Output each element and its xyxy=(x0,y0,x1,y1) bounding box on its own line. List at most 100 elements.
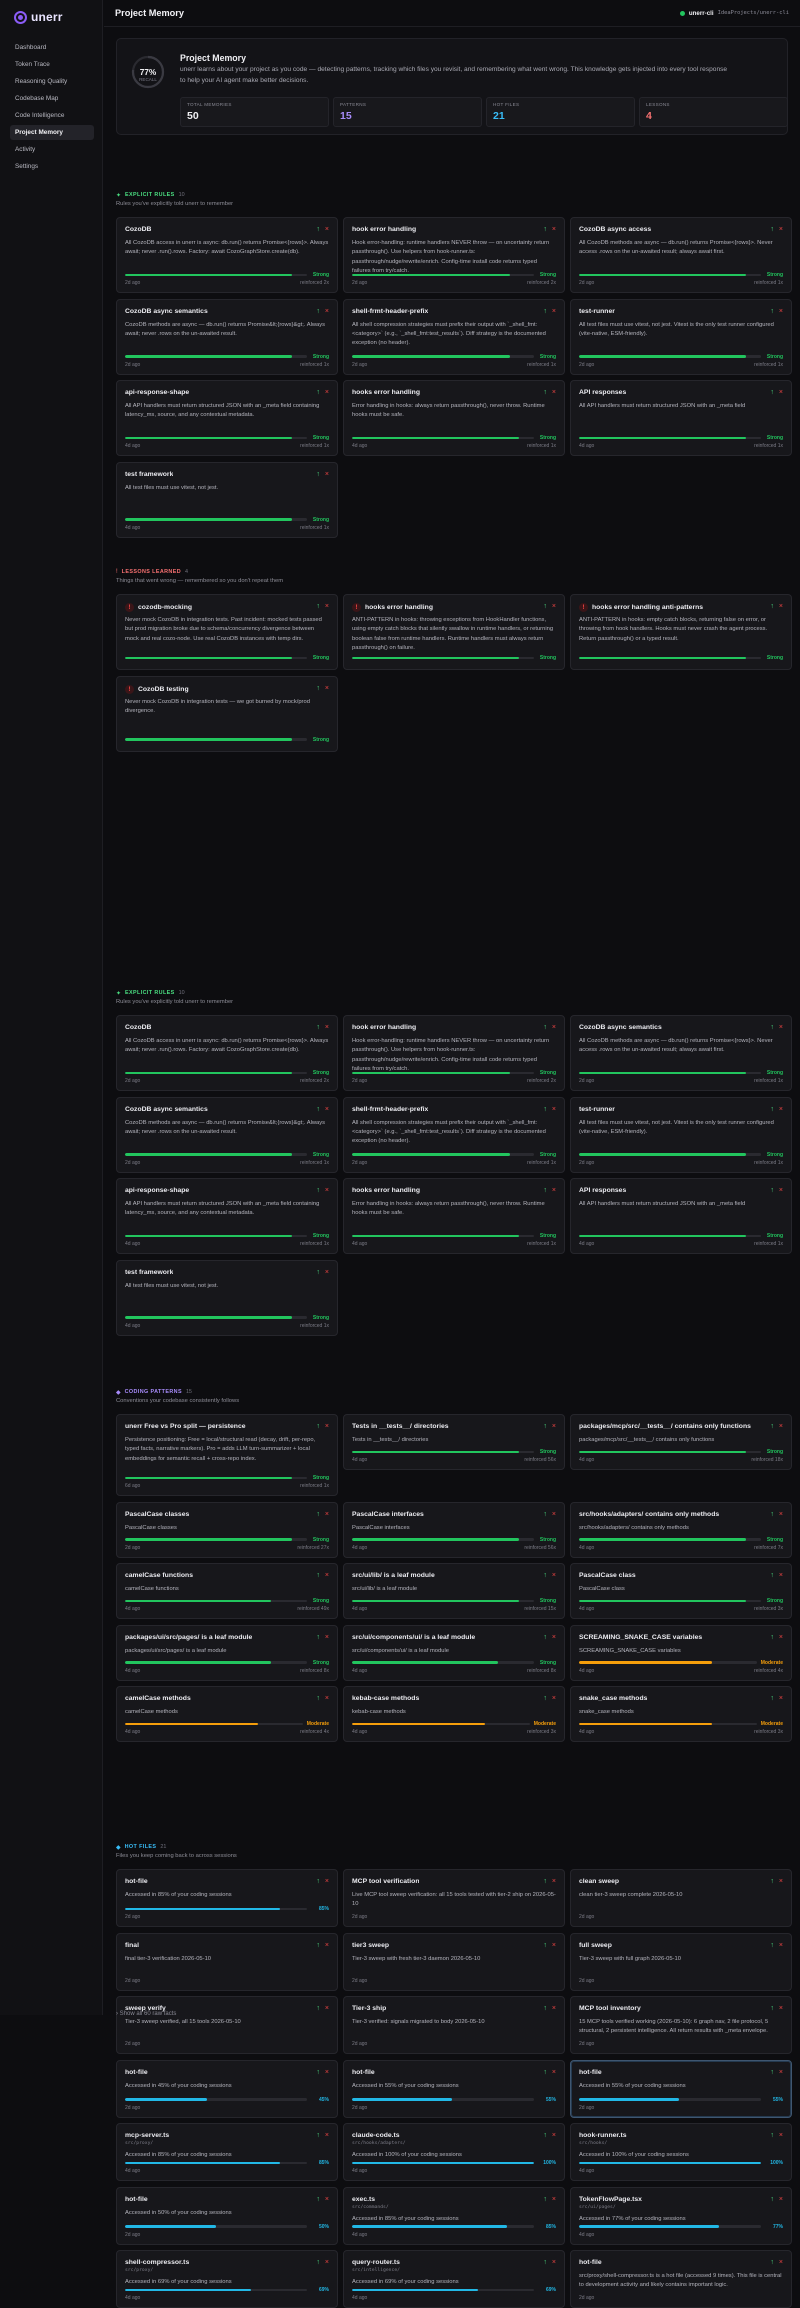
dismiss-icon[interactable]: × xyxy=(552,2259,556,2266)
memory-card[interactable]: test framework ↑ × All test files must use … xyxy=(116,461,338,538)
memory-card[interactable]: CozoDB async semantics ↑ × CozoDB methods a… xyxy=(116,1096,338,1173)
upvote-icon[interactable]: ↑ xyxy=(543,226,547,233)
dismiss-icon[interactable]: × xyxy=(325,308,329,315)
memory-card[interactable]: camelCase methods ↑ × camelCase methods Mode… xyxy=(116,1686,338,1742)
section-header[interactable]: ! LESSONS LEARNED 4 xyxy=(116,568,788,576)
dismiss-icon[interactable]: × xyxy=(325,1634,329,1641)
memory-card[interactable]: claude-code.ts ↑ × src/hooks/adapters/Acces… xyxy=(343,2123,565,2181)
memory-card[interactable]: Tests in __tests__/ directories ↑ × Tests i… xyxy=(343,1414,565,1470)
memory-card[interactable]: MCP tool inventory ↑ × 15 MCP tools verifie… xyxy=(570,1996,792,2054)
upvote-icon[interactable]: ↑ xyxy=(543,603,547,610)
memory-card[interactable]: camelCase functions ↑ × camelCase functions… xyxy=(116,1563,338,1619)
dismiss-icon[interactable]: × xyxy=(779,308,783,315)
upvote-icon[interactable]: ↑ xyxy=(770,1695,774,1702)
dismiss-icon[interactable]: × xyxy=(325,226,329,233)
sidebar-item-reasoning-quality[interactable]: Reasoning Quality xyxy=(10,74,94,89)
dismiss-icon[interactable]: × xyxy=(325,2196,329,2203)
upvote-icon[interactable]: ↑ xyxy=(316,1187,320,1194)
dismiss-icon[interactable]: × xyxy=(325,1423,329,1430)
upvote-icon[interactable]: ↑ xyxy=(543,1511,547,1518)
dismiss-icon[interactable]: × xyxy=(552,2196,556,2203)
memory-card[interactable]: hook error handling ↑ × Hook error-handling… xyxy=(343,217,565,293)
section-header[interactable]: ◆ CODING PATTERNS 15 xyxy=(116,1388,788,1396)
dismiss-icon[interactable]: × xyxy=(552,1511,556,1518)
memory-card[interactable]: api-response-shape ↑ × All API handlers mus… xyxy=(116,380,338,456)
upvote-icon[interactable]: ↑ xyxy=(316,1878,320,1885)
upvote-icon[interactable]: ↑ xyxy=(543,2259,547,2266)
upvote-icon[interactable]: ↑ xyxy=(316,1269,320,1276)
dismiss-icon[interactable]: × xyxy=(779,1878,783,1885)
upvote-icon[interactable]: ↑ xyxy=(543,389,547,396)
memory-card[interactable]: test framework ↑ × All test files must use … xyxy=(116,1259,338,1336)
memory-card[interactable]: tier3 sweep ↑ × Tier-3 sweep with fresh tie… xyxy=(343,1932,565,1991)
upvote-icon[interactable]: ↑ xyxy=(543,1024,547,1031)
upvote-icon[interactable]: ↑ xyxy=(543,1423,547,1430)
dismiss-icon[interactable]: × xyxy=(325,1024,329,1031)
dismiss-icon[interactable]: × xyxy=(325,2259,329,2266)
memory-card[interactable]: TokenFlowPage.tsx ↑ × src/ui/pages/Accessed… xyxy=(570,2186,792,2245)
dismiss-icon[interactable]: × xyxy=(552,1942,556,1949)
upvote-icon[interactable]: ↑ xyxy=(316,1024,320,1031)
dismiss-icon[interactable]: × xyxy=(325,1269,329,1276)
dismiss-icon[interactable]: × xyxy=(779,2132,783,2139)
memory-card[interactable]: src/ui/components/ui/ is a leaf module ↑ ×… xyxy=(343,1624,565,1681)
memory-card[interactable]: PascalCase class ↑ × PascalCase class Strong… xyxy=(570,1563,792,1619)
memory-card[interactable]: PascalCase interfaces ↑ × PascalCase interf… xyxy=(343,1501,565,1558)
dismiss-icon[interactable]: × xyxy=(779,2196,783,2203)
upvote-icon[interactable]: ↑ xyxy=(543,2196,547,2203)
dismiss-icon[interactable]: × xyxy=(779,1024,783,1031)
dismiss-icon[interactable]: × xyxy=(779,1572,783,1579)
dismiss-icon[interactable]: × xyxy=(552,1024,556,1031)
memory-card[interactable]: src/hooks/adapters/ contains only method… xyxy=(570,1501,792,1558)
dismiss-icon[interactable]: × xyxy=(325,1695,329,1702)
memory-card[interactable]: CozoDB async access ↑ × All CozoDB methods … xyxy=(570,217,792,293)
dismiss-icon[interactable]: × xyxy=(779,2005,783,2012)
upvote-icon[interactable]: ↑ xyxy=(543,2132,547,2139)
memory-card[interactable]: ! CozoDB testing ↑ × Never mock CozoDB in in… xyxy=(116,675,338,752)
memory-card[interactable]: hooks error handling ↑ × Error handling in … xyxy=(343,1178,565,1254)
memory-card[interactable]: API responses ↑ × All API handlers must ret… xyxy=(570,1178,792,1254)
upvote-icon[interactable]: ↑ xyxy=(770,2069,774,2076)
upvote-icon[interactable]: ↑ xyxy=(770,1024,774,1031)
memory-card[interactable]: PascalCase classes ↑ × PascalCase classes St… xyxy=(116,1501,338,1558)
dismiss-icon[interactable]: × xyxy=(325,685,329,692)
upvote-icon[interactable]: ↑ xyxy=(316,1695,320,1702)
memory-card[interactable]: clean sweep ↑ × clean tier-3 sweep complete… xyxy=(570,1869,792,1927)
memory-card[interactable]: ! hooks error handling anti-patterns ↑ × ANT… xyxy=(570,594,792,670)
dismiss-icon[interactable]: × xyxy=(779,1634,783,1641)
memory-card[interactable]: ! hooks error handling ↑ × ANTI-PATTERN in h… xyxy=(343,594,565,670)
dismiss-icon[interactable]: × xyxy=(779,1187,783,1194)
memory-card[interactable]: hot-file ↑ × Accessed in 55% of your coding… xyxy=(570,2059,792,2118)
upvote-icon[interactable]: ↑ xyxy=(316,1634,320,1641)
upvote-icon[interactable]: ↑ xyxy=(316,1106,320,1113)
dismiss-icon[interactable]: × xyxy=(325,2132,329,2139)
upvote-icon[interactable]: ↑ xyxy=(770,1878,774,1885)
dismiss-icon[interactable]: × xyxy=(779,1511,783,1518)
sidebar-item-project-memory[interactable]: Project Memory xyxy=(10,125,94,140)
section-header[interactable]: ✦ EXPLICIT RULES 10 xyxy=(116,191,788,199)
upvote-icon[interactable]: ↑ xyxy=(316,685,320,692)
dismiss-icon[interactable]: × xyxy=(325,1511,329,1518)
dismiss-icon[interactable]: × xyxy=(779,1106,783,1113)
section-header[interactable]: ◆ HOT FILES 21 xyxy=(116,1843,788,1851)
dismiss-icon[interactable]: × xyxy=(325,1187,329,1194)
memory-card[interactable]: MCP tool verification ↑ × Live MCP tool swe… xyxy=(343,1869,565,1927)
dismiss-icon[interactable]: × xyxy=(325,2069,329,2076)
upvote-icon[interactable]: ↑ xyxy=(316,1511,320,1518)
memory-card[interactable]: exec.ts ↑ × src/commands/Accessed in 85% of… xyxy=(343,2186,565,2245)
logo[interactable]: unerr xyxy=(0,0,102,40)
dismiss-icon[interactable]: × xyxy=(552,2069,556,2076)
memory-card[interactable]: query-router.ts ↑ × src/intelligence/Access… xyxy=(343,2250,565,2308)
dismiss-icon[interactable]: × xyxy=(325,1572,329,1579)
upvote-icon[interactable]: ↑ xyxy=(770,1572,774,1579)
upvote-icon[interactable]: ↑ xyxy=(543,1695,547,1702)
memory-card[interactable]: API responses ↑ × All API handlers must ret… xyxy=(570,380,792,456)
upvote-icon[interactable]: ↑ xyxy=(316,603,320,610)
dismiss-icon[interactable]: × xyxy=(325,1942,329,1949)
dismiss-icon[interactable]: × xyxy=(325,2005,329,2012)
memory-card[interactable]: CozoDB ↑ × All CozoDB access in unerr is as… xyxy=(116,1015,338,1091)
upvote-icon[interactable]: ↑ xyxy=(770,1106,774,1113)
memory-card[interactable]: CozoDB async semantics ↑ × CozoDB methods a… xyxy=(116,298,338,375)
sidebar-item-settings[interactable]: Settings xyxy=(10,159,94,174)
dismiss-icon[interactable]: × xyxy=(325,603,329,610)
